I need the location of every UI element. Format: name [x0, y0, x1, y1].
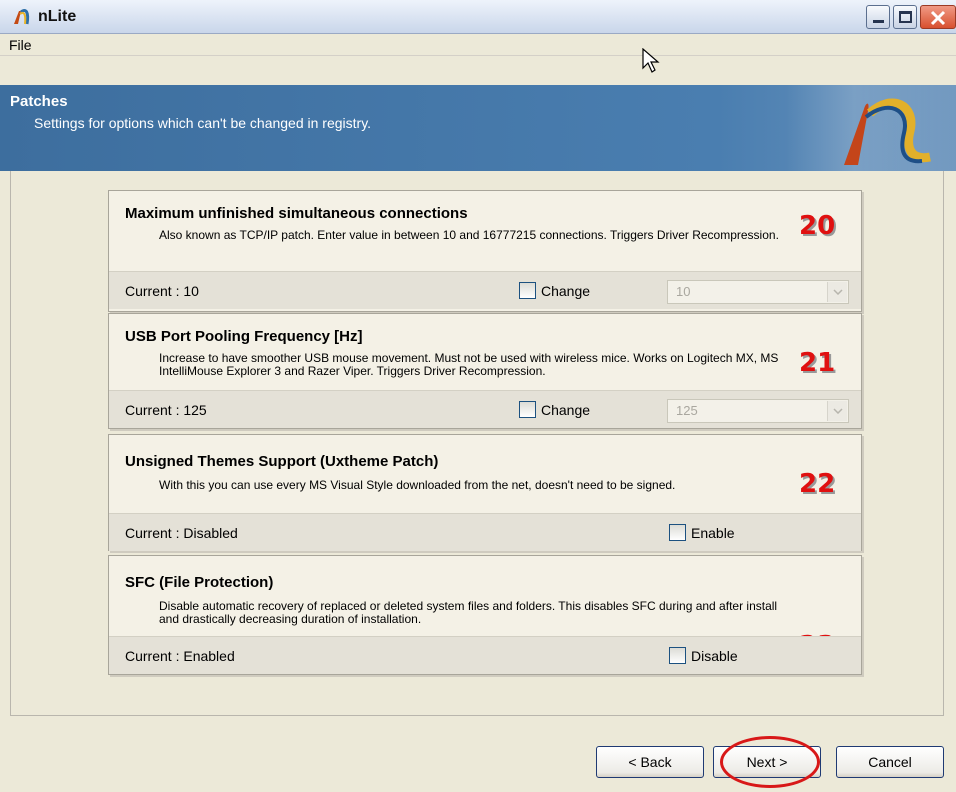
connections-combobox[interactable]: 10 [667, 280, 849, 304]
annotation-number: 20 [799, 211, 836, 241]
panel-option-row: Current : Enabled Disable [109, 636, 861, 674]
current-value: Current : Enabled [125, 648, 235, 664]
panel-sfc: SFC (File Protection) Disable automatic … [108, 555, 862, 675]
nlite-large-logo-icon [844, 98, 931, 165]
panel-title: Unsigned Themes Support (Uxtheme Patch) [125, 453, 439, 470]
page-header: Patches Settings for options which can't… [0, 85, 956, 171]
current-value: Current : 125 [125, 402, 207, 418]
annotation-number: 22 [799, 469, 836, 499]
mouse-cursor-icon [642, 48, 660, 73]
chevron-down-icon [833, 289, 843, 295]
window-title: nLite [38, 8, 77, 25]
change-checkbox[interactable] [519, 282, 536, 299]
panel-title: SFC (File Protection) [125, 574, 274, 591]
combobox-dropdown-button[interactable] [827, 282, 847, 302]
panel-title: Maximum unfinished simultaneous connecti… [125, 205, 468, 222]
current-value: Current : 10 [125, 283, 199, 299]
close-icon [930, 10, 946, 26]
enable-checkbox-label[interactable]: Enable [691, 525, 735, 541]
maximize-button[interactable] [893, 5, 917, 29]
minimize-icon [873, 20, 884, 23]
header-logo [786, 85, 956, 171]
combobox-value: 125 [676, 403, 698, 418]
close-button[interactable] [920, 5, 956, 29]
panel-uxtheme: Unsigned Themes Support (Uxtheme Patch) … [108, 434, 862, 551]
panel-max-connections: Maximum unfinished simultaneous connecti… [108, 190, 862, 312]
maximize-icon [899, 11, 912, 23]
panel-option-row: Current : 125 Change 125 [109, 390, 861, 428]
change-checkbox-label[interactable]: Change [541, 283, 590, 299]
panel-description: With this you can use every MS Visual St… [159, 478, 676, 492]
annotation-number: 21 [799, 348, 836, 378]
next-button[interactable]: Next > [713, 746, 821, 778]
current-value: Current : Disabled [125, 525, 238, 541]
combobox-dropdown-button[interactable] [827, 401, 847, 421]
combobox-value: 10 [676, 284, 691, 299]
page-title: Patches [10, 93, 68, 110]
panel-description: Also known as TCP/IP patch. Enter value … [159, 228, 779, 242]
change-checkbox-label[interactable]: Change [541, 402, 590, 418]
panel-title: USB Port Pooling Frequency [Hz] [125, 328, 363, 345]
title-bar: nLite [0, 0, 956, 34]
panel-description: Increase to have smoother USB mouse move… [159, 351, 779, 378]
disable-checkbox-label[interactable]: Disable [691, 648, 738, 664]
disable-checkbox[interactable] [669, 647, 686, 664]
panel-description: Disable automatic recovery of replaced o… [159, 599, 778, 626]
cancel-button[interactable]: Cancel [836, 746, 944, 778]
menu-bar: File [0, 34, 956, 56]
change-checkbox[interactable] [519, 401, 536, 418]
chevron-down-icon [833, 408, 843, 414]
panel-option-row: Current : Disabled Enable [109, 513, 861, 551]
panel-option-row: Current : 10 Change 10 [109, 271, 861, 309]
frequency-combobox[interactable]: 125 [667, 399, 849, 423]
enable-checkbox[interactable] [669, 524, 686, 541]
nlite-logo-icon [14, 9, 30, 25]
minimize-button[interactable] [866, 5, 890, 29]
page-subtitle: Settings for options which can't be chan… [34, 115, 372, 131]
back-button[interactable]: < Back [596, 746, 704, 778]
menu-file[interactable]: File [9, 37, 32, 53]
panel-usb-polling: USB Port Pooling Frequency [Hz] Increase… [108, 313, 862, 429]
